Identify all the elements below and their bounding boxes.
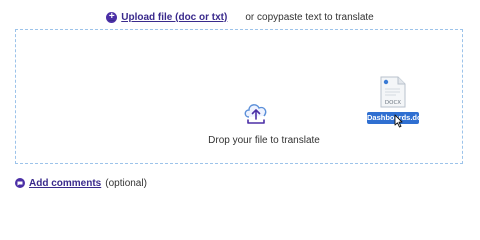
file-name-badge: Dashboards.docx [367, 112, 430, 124]
document-file-icon: DOCX [380, 76, 406, 108]
add-comments-link[interactable]: Add comments [29, 178, 101, 189]
drop-zone-label: Drop your file to translate [208, 135, 320, 146]
upload-cloud-icon [244, 104, 267, 124]
upload-file-label: Upload file (doc or txt) [121, 11, 228, 23]
plus-icon: + [106, 11, 118, 23]
comment-icon [15, 178, 25, 188]
optional-label: (optional) [105, 177, 147, 189]
upload-file-link[interactable]: + Upload file (doc or txt) [106, 11, 228, 23]
upload-bar: + Upload file (doc or txt) or copypaste … [0, 8, 480, 26]
comments-row: Add comments (optional) [15, 176, 147, 190]
dragged-file[interactable]: DOCX Dashboards.docx [367, 76, 430, 130]
file-type-label: DOCX [385, 100, 401, 106]
mouse-cursor-icon [394, 114, 403, 128]
copypaste-hint: or copypaste text to translate [245, 11, 374, 23]
